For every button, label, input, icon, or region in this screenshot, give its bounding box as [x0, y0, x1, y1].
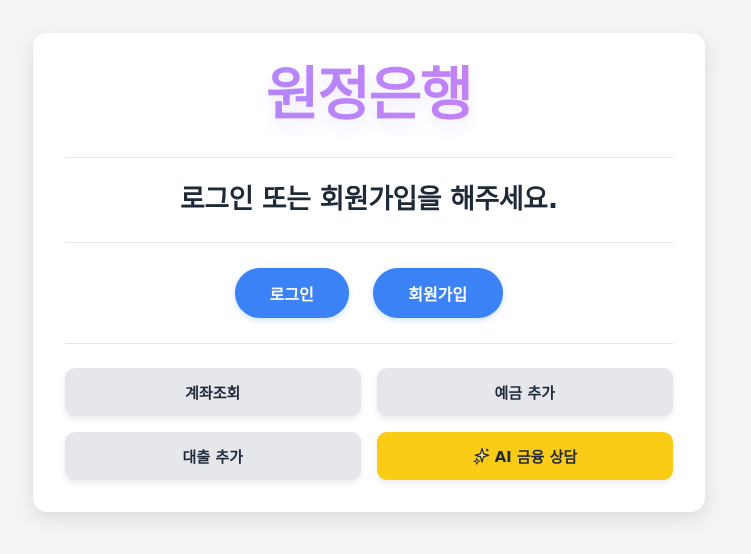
bank-logo-title: 원정은행 [65, 59, 673, 129]
main-card: 원정은행 로그인 또는 회원가입을 해주세요. 로그인 회원가입 계좌조회 예금… [33, 33, 705, 512]
ai-consult-button[interactable]: AI 금융 상담 [377, 432, 673, 480]
login-button[interactable]: 로그인 [235, 268, 349, 318]
signup-button[interactable]: 회원가입 [373, 268, 503, 318]
add-deposit-button[interactable]: 예금 추가 [377, 368, 673, 416]
add-loan-button[interactable]: 대출 추가 [65, 432, 361, 480]
ai-consult-label: AI 금융 상담 [494, 447, 578, 466]
page-headline: 로그인 또는 회원가입을 해주세요. [180, 184, 558, 215]
action-grid: 계좌조회 예금 추가 대출 추가 AI 금융 상담 [65, 368, 673, 480]
divider [65, 343, 673, 344]
auth-button-row: 로그인 회원가입 [65, 243, 673, 343]
account-inquiry-button[interactable]: 계좌조회 [65, 368, 361, 416]
sparkles-icon [472, 447, 489, 465]
